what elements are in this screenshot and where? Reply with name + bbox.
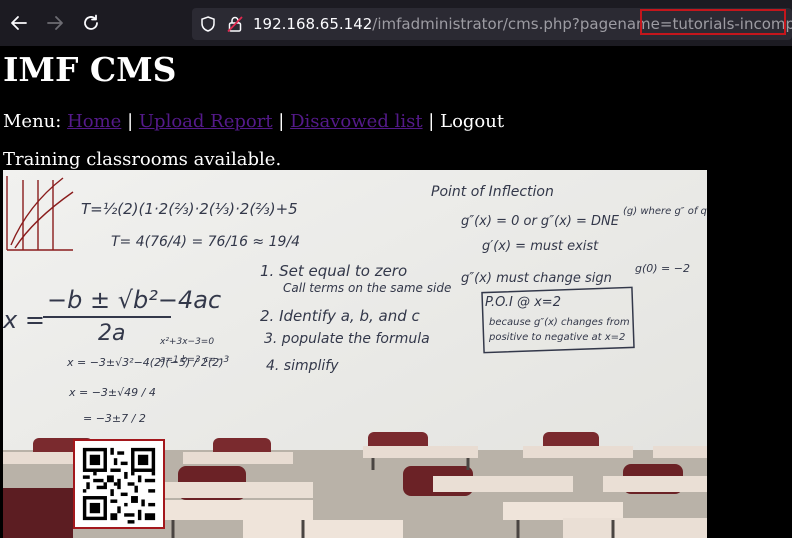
wb-step-1: 1. Set equal to zero [260,262,407,280]
url-path: /imfadministrator/cms.php?pagename= [372,15,673,33]
qr-code-icon [76,441,162,527]
arrow-left-icon [11,16,27,30]
svg-text:x =: x = [3,306,45,334]
wb-step-4: 4. simplify [266,358,339,374]
wb-abc: a=1 b=3 c=−3 [160,355,230,365]
wb-eq-t2: T= 4(76/4) = 76/16 ≈ 19/4 [111,234,300,250]
page-title: IMF CMS [3,50,177,89]
browser-toolbar: 192.168.65.142/imfadministrator/cms.php?… [0,0,792,46]
wb-step-1b: Call terms on the same side [283,281,451,295]
wb-poi-box-2: because g″(x) changes from [489,317,630,328]
wb-x-2: x = −3±√49 / 4 [68,386,156,399]
wb-quad-num: −b ± √b²−4ac [47,286,221,314]
wb-quad-den: 2a [98,321,125,346]
wb-poi-3: g″(x) must change sign [461,271,612,286]
back-button[interactable] [7,11,31,35]
qr-code [73,439,165,529]
menu-separator: | [127,111,134,132]
menu-label: Menu: [3,111,62,132]
wb-x-3: = −3±7 / 2 [83,412,146,425]
intro-text: Training classrooms available. [3,149,282,170]
arrow-right-icon [47,16,63,30]
wb-step-3: 3. populate the formula [264,331,430,347]
wb-small-eq: x²+3x−3=0 [159,337,214,347]
forward-button[interactable] [43,11,67,35]
url-highlight-box [640,9,786,35]
main-menu: Menu: Home | Upload Report | Disavowed l… [3,111,504,132]
wb-poi-1: g″(x) = 0 or g″(x) = DNE [461,214,620,229]
url-host: 192.168.65.142 [253,15,373,33]
menu-link-upload-report[interactable]: Upload Report [139,111,273,132]
wb-poi-box-3: positive to negative at x=2 [488,332,625,343]
menu-separator: | [278,111,285,132]
wb-right-2: g(0) = −2 [635,262,690,275]
menu-link-home[interactable]: Home [67,111,121,132]
wb-right-1: (g) where g″ of ques [623,206,707,217]
wb-poi-2: g′(x) = must exist [482,239,599,254]
insecure-lock-icon[interactable] [226,15,244,33]
reload-icon [84,14,98,30]
wb-eq-t1: T=½(2)(1·2(⅔)·2(⅓)·2(⅔)+5 [81,200,298,218]
reload-button[interactable] [79,11,103,35]
shield-icon[interactable] [199,15,217,33]
menu-link-disavowed-list[interactable]: Disavowed list [290,111,422,132]
wb-poi-title: Point of Inflection [431,184,554,200]
wb-step-2: 2. Identify a, b, and c [260,307,421,325]
wb-poi-box-1: P.O.I @ x=2 [485,295,561,310]
menu-item-logout: Logout [440,111,505,132]
address-bar[interactable]: 192.168.65.142/imfadministrator/cms.php?… [192,8,792,40]
menu-separator: | [428,111,435,132]
